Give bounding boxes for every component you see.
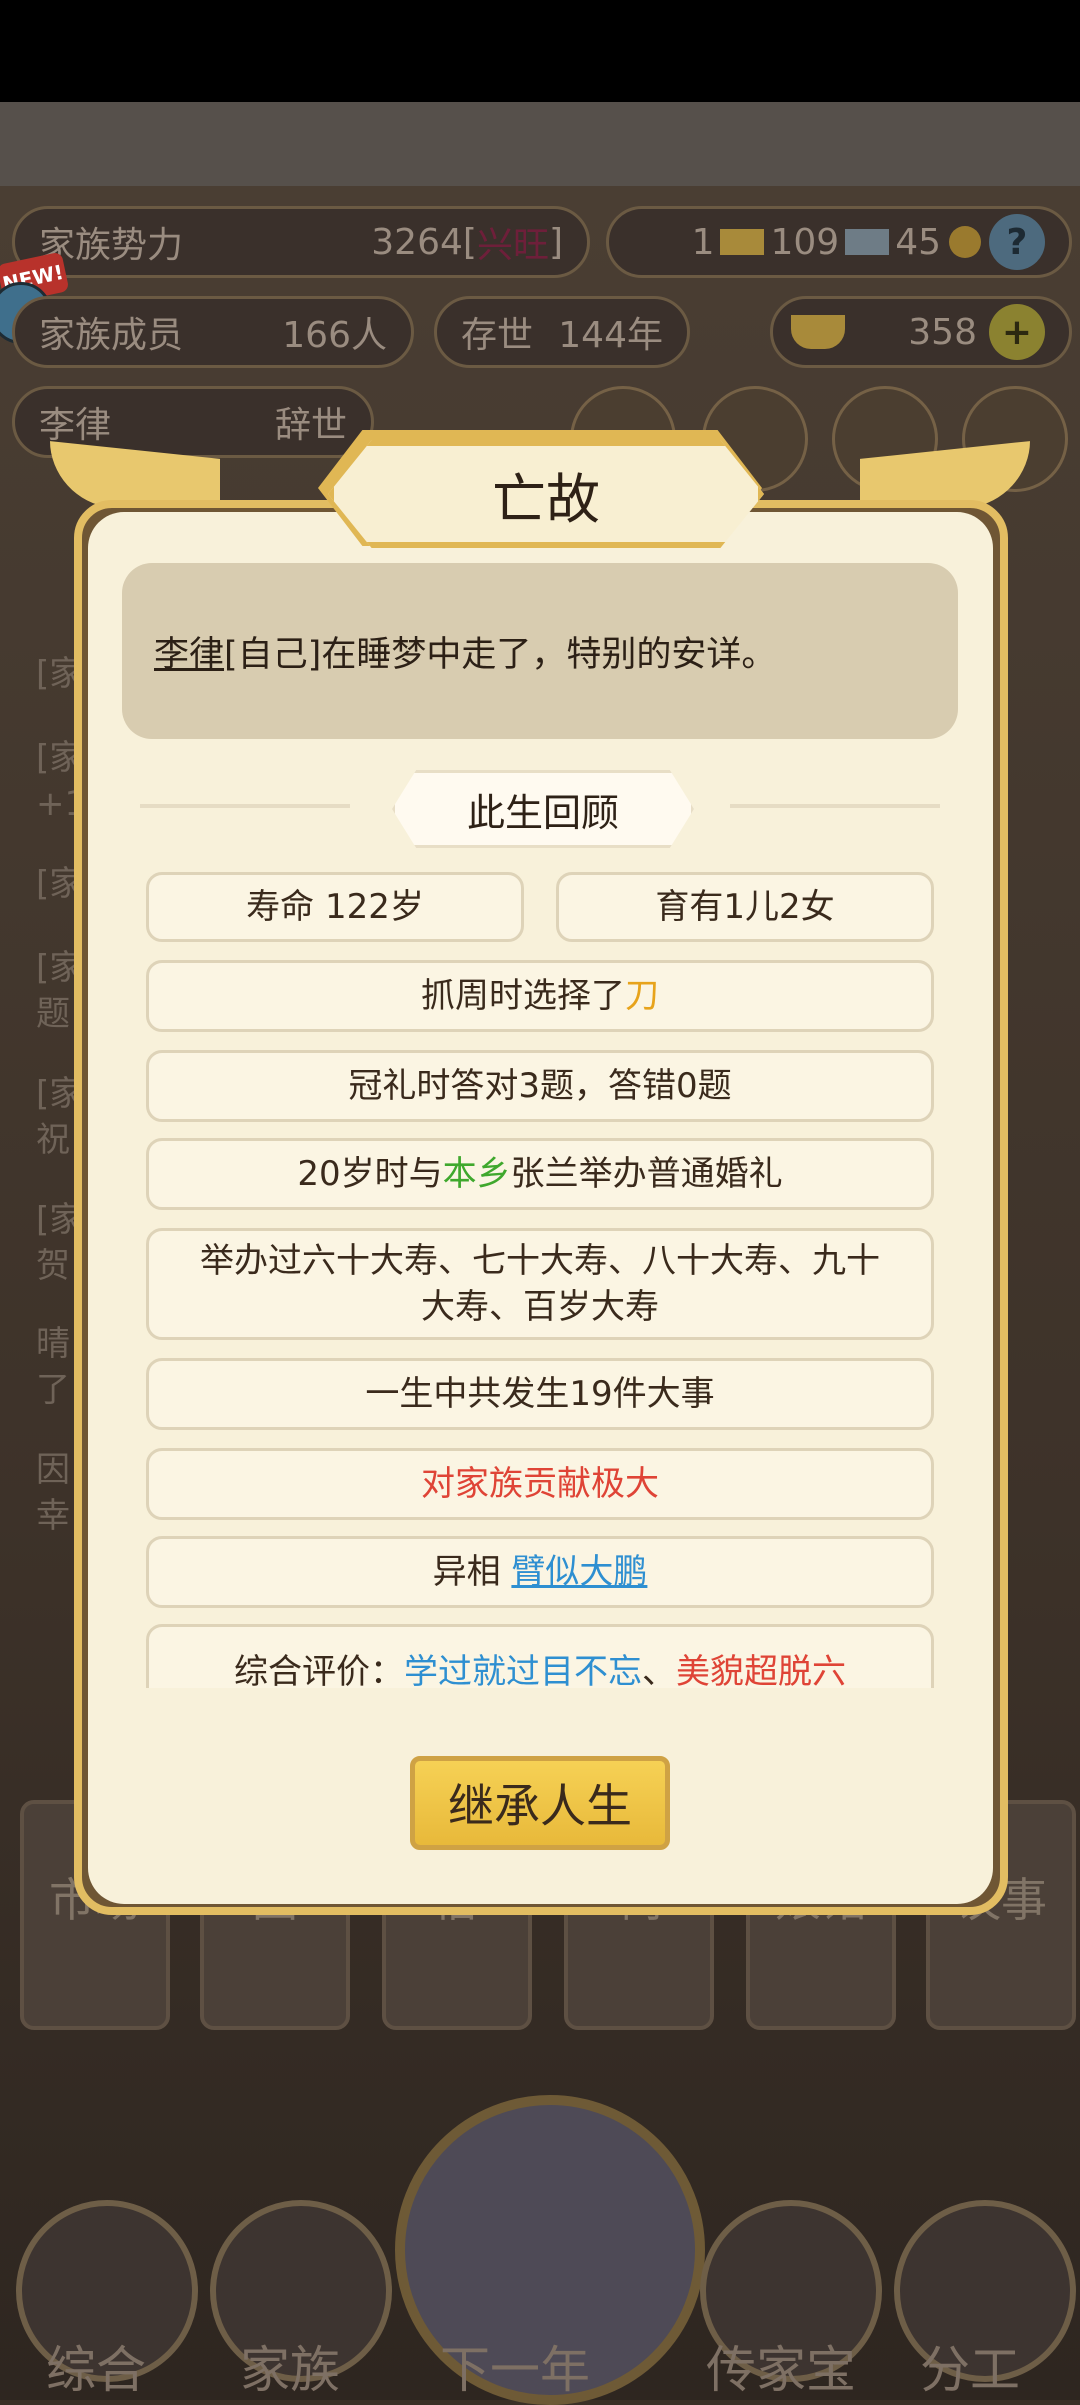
deceased-name-link[interactable]: 李律 [154,626,224,677]
nav-division[interactable]: 分工 [920,2330,1020,2402]
log-fragment: 了 [36,1370,70,1410]
person-status: 辞世 [274,405,347,446]
alive-label: 存世 [461,315,534,356]
eval-sep: 、 [642,1652,676,1688]
life-review-title: 此生回顾 [392,770,694,848]
gold-bar-icon [720,229,765,255]
events-card: 一生中共发生19件大事 [146,1358,934,1430]
marriage-card: 20岁时与 本乡 张兰举办普通婚礼 [146,1138,934,1210]
eval-prefix: 综合评价： [234,1652,404,1688]
gold-pill[interactable]: 358 + [770,296,1072,368]
zhuazhou-text: 抓周时选择了 [421,976,625,1016]
members-pill[interactable]: 家族成员 166人 [12,296,414,368]
silver-bar-icon [845,229,890,255]
nav-heirloom[interactable]: 传家宝 [706,2330,856,2402]
help-button[interactable]: ? [989,214,1045,270]
birthdays-text: 举办过六十大寿、七十大寿、八十大寿、九十大寿、百岁大寿 [200,1241,880,1327]
resource-pill[interactable]: 1 109 45 ? [606,206,1072,278]
ingot-icon [791,315,845,349]
marriage-prefix: 20岁时与 [297,1154,443,1194]
guanli-card: 冠礼时答对3题，答错0题 [146,1050,934,1122]
death-message-text: [自己]在睡梦中走了，特别的安详。 [224,634,777,675]
children-text: 育有1儿2女 [655,887,835,927]
eval-trait-2[interactable]: 美貌超脱六 [676,1649,846,1688]
contribution-card: 对家族贡献极大 [146,1448,934,1520]
events-text: 一生中共发生19件大事 [365,1374,715,1414]
alive-pill[interactable]: 存世 144年 [434,296,690,368]
guanli-text: 冠礼时答对3题，答错0题 [348,1066,732,1106]
yixiang-prefix: 异相 [432,1552,501,1592]
log-fragment: 幸 [36,1496,70,1536]
eval-trait-1[interactable]: 学过就过目不忘 [404,1649,642,1688]
nav-overview[interactable]: 综合 [46,2330,146,2402]
log-fragment: 贺 [36,1246,70,1286]
log-fragment: 晴 [36,1324,70,1364]
coin-icon [949,226,981,258]
gold-value: 358 [908,311,977,353]
nav-next-year[interactable]: 下一年 [440,2330,590,2402]
clan-power-close: ] [548,221,563,263]
death-message: 李律 [自己]在睡梦中走了，特别的安详。 [122,563,958,739]
divider-left [140,804,350,808]
clan-power-value: 3264[ [371,221,477,263]
person-name: 李律 [39,405,112,446]
resource-2: 109 [770,221,840,263]
clan-power-label: 家族势力 [39,225,184,266]
birthdays-card: 举办过六十大寿、七十大寿、八十大寿、九十大寿、百岁大寿 [146,1228,934,1340]
life-review-list[interactable]: 寿命 122岁 育有1儿2女 抓周时选择了刀 冠礼时答对3题，答错0题 20岁时… [146,868,934,1688]
modal-title: 亡故 [328,440,764,548]
top-band [0,102,1080,186]
alive-value: 144年 [558,315,663,356]
resource-3: 45 [895,221,941,263]
log-fragment: 因 [36,1450,70,1490]
status-bar [0,0,1080,102]
clan-power-rank: 兴旺 [476,225,549,266]
members-label: 家族成员 [39,315,184,356]
inherit-life-button[interactable]: 继承人生 [410,1756,670,1850]
yixiang-link[interactable]: 臂似大鹏 [511,1549,647,1595]
log-fragment: 题 [36,994,70,1034]
zhuazhou-item: 刀 [625,976,659,1016]
yixiang-card: 异相 臂似大鹏 [146,1536,934,1608]
marriage-rest: 张兰举办普通婚礼 [510,1154,783,1194]
add-gold-button[interactable]: + [989,304,1045,360]
resource-1: 1 [691,221,715,263]
divider-right [730,804,940,808]
members-value: 166人 [282,315,387,356]
nav-clan[interactable]: 家族 [240,2330,340,2402]
clan-power-pill[interactable]: 家族势力 3264[ 兴旺 ] [12,206,590,278]
children-card: 育有1儿2女 [556,872,934,942]
contribution-text: 对家族贡献极大 [421,1464,659,1504]
lifespan-card: 寿命 122岁 [146,872,524,942]
evaluation-card: 综合评价： 学过就过目不忘、美貌超脱六 [146,1624,934,1688]
zhuazhou-card: 抓周时选择了刀 [146,960,934,1032]
log-fragment: 祝 [36,1120,70,1160]
marriage-place: 本乡 [442,1154,511,1194]
lifespan-text: 寿命 122岁 [246,887,424,927]
